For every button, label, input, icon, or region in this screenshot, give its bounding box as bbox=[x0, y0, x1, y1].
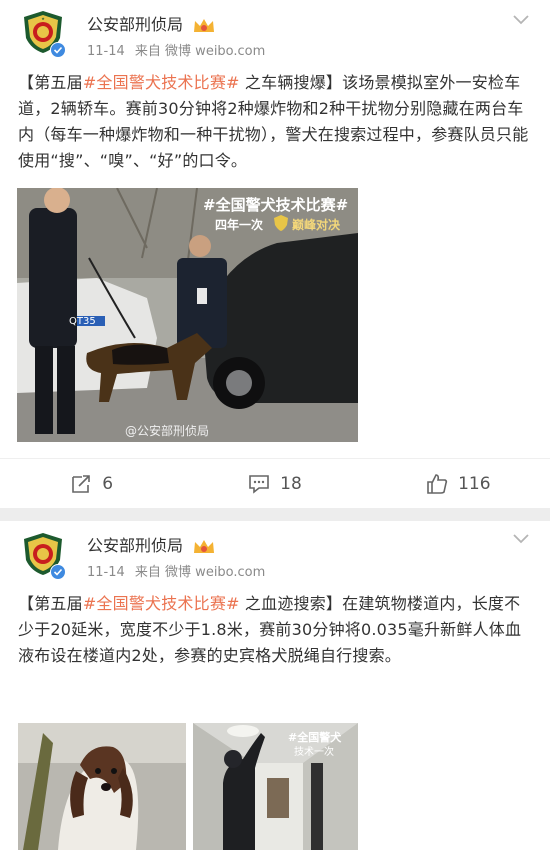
repost-icon bbox=[72, 475, 91, 493]
post-source: 来自 微博 weibo.com bbox=[134, 565, 266, 580]
post-text: 【第五届#全国警犬技术比赛# 之车辆搜爆】该场景模拟室外一安检车道，2辆轿车。赛… bbox=[18, 73, 529, 170]
weibo-post: ★ 公安部刑侦局 11-14 来自 微博 weibo.com 【第五届#全国警犬… bbox=[0, 0, 550, 508]
post-meta: 11-14 来自 微博 weibo.com bbox=[87, 40, 271, 59]
post-date: 11-14 bbox=[87, 565, 125, 580]
author-name[interactable]: 公安部刑侦局 bbox=[87, 536, 183, 555]
post-date: 11-14 bbox=[87, 44, 125, 59]
comment-count: 18 bbox=[280, 474, 302, 494]
repost-count: 6 bbox=[102, 474, 114, 494]
thumbs-up-icon bbox=[427, 474, 448, 494]
police-badge-avatar[interactable]: ★ bbox=[22, 10, 66, 58]
vip-crown-icon bbox=[194, 18, 215, 32]
author-name-line: 公安部刑侦局 bbox=[87, 532, 216, 556]
author-name-line: 公安部刑侦局 bbox=[87, 11, 216, 35]
action-bar: 6 18 116 bbox=[0, 458, 550, 509]
repost-button[interactable]: 6 bbox=[0, 459, 183, 509]
post-image[interactable]: #全国警犬 技术一次 bbox=[193, 723, 358, 850]
hashtag-link[interactable]: #全国警犬技术比赛# bbox=[83, 73, 240, 92]
author-name[interactable]: 公安部刑侦局 bbox=[87, 15, 183, 34]
verified-badge-icon bbox=[50, 42, 66, 58]
chevron-down-icon[interactable] bbox=[512, 533, 530, 545]
comment-icon bbox=[249, 475, 269, 494]
license-plate: QT35 bbox=[69, 316, 96, 327]
image-subtitle-left: 四年一次 bbox=[215, 218, 264, 232]
image-subtitle-right: 巅峰对决 bbox=[292, 218, 341, 232]
post-image[interactable] bbox=[18, 723, 186, 850]
weibo-post: 公安部刑侦局 11-14 来自 微博 weibo.com 【第五届#全国警犬技术… bbox=[0, 521, 550, 850]
svg-text:★: ★ bbox=[41, 16, 45, 21]
verified-badge-icon bbox=[50, 564, 66, 580]
vip-crown-icon bbox=[194, 539, 215, 553]
image-hashtag-overlay: #全国警犬技术比赛# bbox=[203, 196, 349, 214]
post-meta: 11-14 来自 微博 weibo.com bbox=[87, 561, 271, 580]
post-text: 【第五届#全国警犬技术比赛# 之血迹搜索】在建筑物楼道内，长度不少于20延米，宽… bbox=[18, 594, 522, 665]
police-badge-icon bbox=[274, 215, 288, 231]
police-badge-avatar[interactable] bbox=[22, 532, 66, 580]
post-source: 来自 微博 weibo.com bbox=[134, 44, 266, 59]
comment-button[interactable]: 18 bbox=[183, 459, 366, 509]
chevron-down-icon[interactable] bbox=[512, 14, 530, 26]
post-image[interactable]: #全国警犬技术比赛# 四年一次 巅峰对决 QT35 @公安部刑侦局 bbox=[17, 188, 358, 442]
like-count: 116 bbox=[458, 474, 491, 494]
image-subtitle: 技术一次 bbox=[294, 747, 334, 758]
like-button[interactable]: 116 bbox=[367, 459, 550, 509]
hashtag-link[interactable]: #全国警犬技术比赛# bbox=[83, 594, 240, 613]
image-watermark: @公安部刑侦局 bbox=[125, 424, 210, 438]
